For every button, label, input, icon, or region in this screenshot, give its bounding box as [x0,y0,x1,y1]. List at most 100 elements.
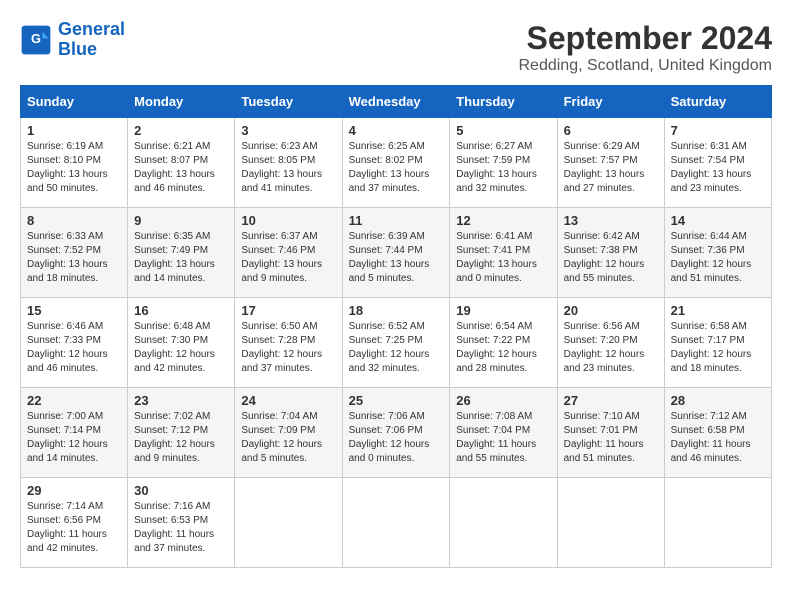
calendar-week-3: 15 Sunrise: 6:46 AM Sunset: 7:33 PM Dayl… [21,298,772,388]
calendar-cell: 5 Sunrise: 6:27 AM Sunset: 7:59 PM Dayli… [450,118,557,208]
calendar-cell [342,478,450,568]
day-number: 20 [564,303,658,318]
day-info: Sunrise: 6:42 AM Sunset: 7:38 PM Dayligh… [564,230,658,286]
calendar-week-2: 8 Sunrise: 6:33 AM Sunset: 7:52 PM Dayli… [21,208,772,298]
day-info: Sunrise: 7:02 AM Sunset: 7:12 PM Dayligh… [134,410,228,466]
day-info: Sunrise: 7:00 AM Sunset: 7:14 PM Dayligh… [27,410,121,466]
svg-text:G: G [31,31,41,46]
day-info: Sunrise: 6:35 AM Sunset: 7:49 PM Dayligh… [134,230,228,286]
day-number: 2 [134,123,228,138]
day-info: Sunrise: 7:12 AM Sunset: 6:58 PM Dayligh… [671,410,765,466]
day-info: Sunrise: 7:04 AM Sunset: 7:09 PM Dayligh… [241,410,335,466]
day-info: Sunrise: 6:37 AM Sunset: 7:46 PM Dayligh… [241,230,335,286]
day-number: 19 [456,303,550,318]
day-number: 21 [671,303,765,318]
logo-icon: G [20,24,52,56]
day-number: 13 [564,213,658,228]
calendar-cell: 22 Sunrise: 7:00 AM Sunset: 7:14 PM Dayl… [21,388,128,478]
calendar-cell: 7 Sunrise: 6:31 AM Sunset: 7:54 PM Dayli… [664,118,771,208]
calendar-cell: 9 Sunrise: 6:35 AM Sunset: 7:49 PM Dayli… [128,208,235,298]
calendar-table: Sunday Monday Tuesday Wednesday Thursday… [20,85,772,568]
calendar-cell: 15 Sunrise: 6:46 AM Sunset: 7:33 PM Dayl… [21,298,128,388]
calendar-cell: 10 Sunrise: 6:37 AM Sunset: 7:46 PM Dayl… [235,208,342,298]
calendar-cell: 19 Sunrise: 6:54 AM Sunset: 7:22 PM Dayl… [450,298,557,388]
calendar-cell [235,478,342,568]
day-info: Sunrise: 7:08 AM Sunset: 7:04 PM Dayligh… [456,410,550,466]
calendar-cell: 30 Sunrise: 7:16 AM Sunset: 6:53 PM Dayl… [128,478,235,568]
calendar-cell: 8 Sunrise: 6:33 AM Sunset: 7:52 PM Dayli… [21,208,128,298]
calendar-cell: 24 Sunrise: 7:04 AM Sunset: 7:09 PM Dayl… [235,388,342,478]
day-number: 12 [456,213,550,228]
calendar-cell: 27 Sunrise: 7:10 AM Sunset: 7:01 PM Dayl… [557,388,664,478]
day-number: 14 [671,213,765,228]
header-monday: Monday [128,86,235,118]
calendar-cell: 16 Sunrise: 6:48 AM Sunset: 7:30 PM Dayl… [128,298,235,388]
calendar-cell: 29 Sunrise: 7:14 AM Sunset: 6:56 PM Dayl… [21,478,128,568]
calendar-cell: 1 Sunrise: 6:19 AM Sunset: 8:10 PM Dayli… [21,118,128,208]
day-number: 3 [241,123,335,138]
day-info: Sunrise: 6:58 AM Sunset: 7:17 PM Dayligh… [671,320,765,376]
day-number: 1 [27,123,121,138]
header-tuesday: Tuesday [235,86,342,118]
day-info: Sunrise: 6:19 AM Sunset: 8:10 PM Dayligh… [27,140,121,196]
day-number: 23 [134,393,228,408]
calendar-cell: 23 Sunrise: 7:02 AM Sunset: 7:12 PM Dayl… [128,388,235,478]
calendar-cell: 2 Sunrise: 6:21 AM Sunset: 8:07 PM Dayli… [128,118,235,208]
month-title: September 2024 [519,20,773,57]
day-info: Sunrise: 7:06 AM Sunset: 7:06 PM Dayligh… [349,410,444,466]
logo-text: General Blue [58,20,125,60]
day-info: Sunrise: 6:29 AM Sunset: 7:57 PM Dayligh… [564,140,658,196]
calendar-week-1: 1 Sunrise: 6:19 AM Sunset: 8:10 PM Dayli… [21,118,772,208]
page-header: G General Blue September 2024 Redding, S… [20,20,772,75]
calendar-cell: 26 Sunrise: 7:08 AM Sunset: 7:04 PM Dayl… [450,388,557,478]
calendar-cell: 20 Sunrise: 6:56 AM Sunset: 7:20 PM Dayl… [557,298,664,388]
calendar-cell: 3 Sunrise: 6:23 AM Sunset: 8:05 PM Dayli… [235,118,342,208]
day-number: 5 [456,123,550,138]
calendar-cell [450,478,557,568]
day-number: 17 [241,303,335,318]
calendar-cell [664,478,771,568]
day-number: 7 [671,123,765,138]
day-number: 24 [241,393,335,408]
calendar-week-4: 22 Sunrise: 7:00 AM Sunset: 7:14 PM Dayl… [21,388,772,478]
day-number: 29 [27,483,121,498]
day-info: Sunrise: 6:33 AM Sunset: 7:52 PM Dayligh… [27,230,121,286]
calendar-cell: 25 Sunrise: 7:06 AM Sunset: 7:06 PM Dayl… [342,388,450,478]
calendar-cell [557,478,664,568]
day-info: Sunrise: 6:48 AM Sunset: 7:30 PM Dayligh… [134,320,228,376]
location-title: Redding, Scotland, United Kingdom [519,57,773,75]
calendar-cell: 6 Sunrise: 6:29 AM Sunset: 7:57 PM Dayli… [557,118,664,208]
calendar-cell: 17 Sunrise: 6:50 AM Sunset: 7:28 PM Dayl… [235,298,342,388]
day-info: Sunrise: 6:27 AM Sunset: 7:59 PM Dayligh… [456,140,550,196]
header-friday: Friday [557,86,664,118]
calendar-cell: 18 Sunrise: 6:52 AM Sunset: 7:25 PM Dayl… [342,298,450,388]
day-number: 11 [349,213,444,228]
logo: G General Blue [20,20,125,60]
day-number: 26 [456,393,550,408]
day-number: 16 [134,303,228,318]
day-number: 8 [27,213,121,228]
day-info: Sunrise: 6:31 AM Sunset: 7:54 PM Dayligh… [671,140,765,196]
calendar-week-5: 29 Sunrise: 7:14 AM Sunset: 6:56 PM Dayl… [21,478,772,568]
day-info: Sunrise: 6:44 AM Sunset: 7:36 PM Dayligh… [671,230,765,286]
day-number: 30 [134,483,228,498]
calendar-cell: 11 Sunrise: 6:39 AM Sunset: 7:44 PM Dayl… [342,208,450,298]
day-number: 6 [564,123,658,138]
day-number: 28 [671,393,765,408]
day-info: Sunrise: 6:56 AM Sunset: 7:20 PM Dayligh… [564,320,658,376]
day-info: Sunrise: 6:50 AM Sunset: 7:28 PM Dayligh… [241,320,335,376]
calendar-cell: 4 Sunrise: 6:25 AM Sunset: 8:02 PM Dayli… [342,118,450,208]
title-area: September 2024 Redding, Scotland, United… [519,20,773,75]
day-number: 4 [349,123,444,138]
day-number: 27 [564,393,658,408]
calendar-cell: 12 Sunrise: 6:41 AM Sunset: 7:41 PM Dayl… [450,208,557,298]
day-info: Sunrise: 6:25 AM Sunset: 8:02 PM Dayligh… [349,140,444,196]
header-sunday: Sunday [21,86,128,118]
day-number: 15 [27,303,121,318]
day-number: 25 [349,393,444,408]
day-number: 9 [134,213,228,228]
day-info: Sunrise: 6:54 AM Sunset: 7:22 PM Dayligh… [456,320,550,376]
day-info: Sunrise: 6:39 AM Sunset: 7:44 PM Dayligh… [349,230,444,286]
day-info: Sunrise: 7:16 AM Sunset: 6:53 PM Dayligh… [134,500,228,556]
day-number: 18 [349,303,444,318]
